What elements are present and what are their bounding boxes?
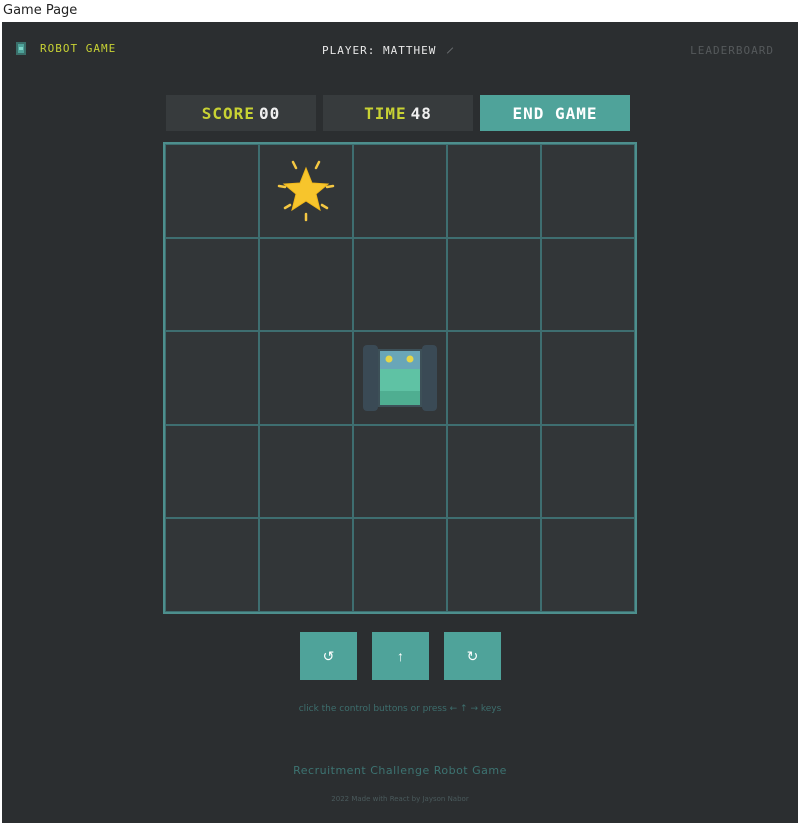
- board-cell: [165, 237, 259, 332]
- board-cell: [165, 144, 259, 238]
- footer-title: Recruitment Challenge Robot Game: [293, 764, 507, 777]
- logo-text: ROBOT GAME: [40, 42, 117, 55]
- end-game-button[interactable]: END GAME: [480, 95, 630, 131]
- score-value: 00: [258, 103, 281, 123]
- time-display: TIME 48: [323, 95, 473, 131]
- board-cell: [447, 144, 541, 238]
- board-cell: [541, 424, 635, 519]
- leaderboard-link[interactable]: LEADERBOARD: [690, 44, 774, 57]
- board-cell: [353, 237, 447, 332]
- top-nav: ROBOT GAME PLAYER: MATTHEW LEADERBOARD: [2, 22, 798, 78]
- player-label: PLAYER: MATTHEW: [322, 44, 437, 57]
- stats-bar: SCORE 00 TIME 48 END GAME: [166, 95, 630, 131]
- board-cell: [541, 237, 635, 332]
- board-cell: [259, 518, 353, 612]
- star-icon: [277, 160, 335, 222]
- game-board: [163, 142, 637, 614]
- board-cell: [541, 331, 635, 425]
- logo[interactable]: ROBOT GAME: [16, 42, 116, 55]
- rotate-right-button[interactable]: ↻: [444, 632, 501, 680]
- board-cell: [259, 144, 353, 238]
- player-name: PLAYER: MATTHEW: [322, 44, 454, 57]
- board-cell: [353, 518, 447, 612]
- rotate-right-icon: ↻: [466, 647, 479, 664]
- board-cell: [165, 424, 259, 519]
- rotate-left-icon: ↺: [322, 647, 335, 664]
- game-app: ROBOT GAME PLAYER: MATTHEW LEADERBOARD S…: [2, 22, 798, 823]
- window-title: Game Page: [0, 0, 800, 22]
- move-forward-button[interactable]: ↑: [372, 632, 429, 680]
- footer-credit: 2022 Made with React by Jayson Nabor: [331, 795, 469, 803]
- score-display: SCORE 00: [166, 95, 316, 131]
- robot-icon: [363, 344, 437, 411]
- board-cell: [353, 144, 447, 238]
- edit-icon[interactable]: [447, 47, 454, 54]
- control-buttons: ↺ ↑ ↻: [300, 632, 501, 680]
- arrow-up-icon: ↑: [397, 648, 404, 664]
- board-cell: [447, 331, 541, 425]
- time-label: TIME: [364, 103, 407, 123]
- board-cell: [447, 518, 541, 612]
- board-cell: [165, 331, 259, 425]
- board-cell: [353, 424, 447, 519]
- time-value: 48: [410, 103, 432, 123]
- board-cell: [541, 518, 635, 612]
- board-cell: [541, 144, 635, 238]
- controls-hint: click the control buttons or press ← ↑ →…: [298, 704, 502, 714]
- board-cell: [447, 237, 541, 332]
- board-cell: [259, 237, 353, 332]
- board-cell: [353, 331, 447, 425]
- robot-logo-icon: [16, 42, 26, 55]
- rotate-left-button[interactable]: ↺: [300, 632, 357, 680]
- board-cell: [447, 424, 541, 519]
- board-cell: [259, 424, 353, 519]
- score-label: SCORE: [201, 103, 255, 123]
- board-cell: [165, 518, 259, 612]
- board-cell: [259, 331, 353, 425]
